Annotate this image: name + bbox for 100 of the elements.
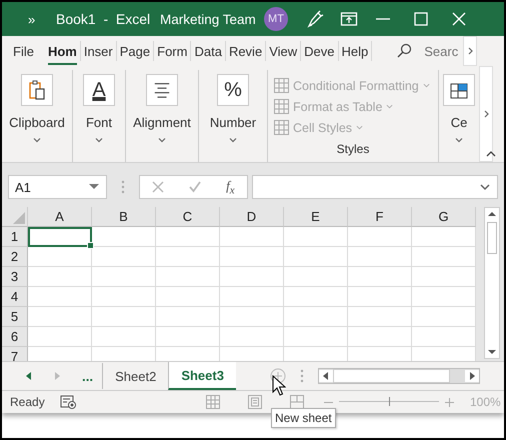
- table-cell[interactable]: [412, 267, 476, 287]
- table-cell[interactable]: [348, 267, 412, 287]
- formula-input[interactable]: [252, 175, 498, 199]
- column-header[interactable]: C: [156, 207, 220, 227]
- column-header[interactable]: F: [348, 207, 412, 227]
- table-cell[interactable]: [28, 327, 92, 347]
- chevron-down-icon[interactable]: [158, 137, 166, 143]
- zoom-slider[interactable]: [339, 397, 439, 407]
- ribbon-tab[interactable]: Form: [154, 41, 192, 61]
- table-cell[interactable]: [348, 287, 412, 307]
- scroll-thumb[interactable]: [332, 369, 450, 383]
- next-sheet-icon[interactable]: [54, 371, 62, 381]
- pen-icon[interactable]: [306, 10, 324, 28]
- normal-view-icon[interactable]: [206, 395, 220, 409]
- table-cell[interactable]: [28, 267, 92, 287]
- table-cell[interactable]: [92, 247, 156, 267]
- row-header[interactable]: 5: [2, 307, 28, 327]
- search-icon[interactable]: [396, 43, 412, 59]
- table-cell[interactable]: [220, 227, 284, 247]
- scroll-thumb[interactable]: [487, 222, 497, 254]
- table-cell[interactable]: [92, 307, 156, 327]
- clipboard-button[interactable]: [21, 74, 53, 106]
- table-cell[interactable]: [156, 267, 220, 287]
- macro-record-icon[interactable]: [60, 395, 76, 409]
- row-header[interactable]: 4: [2, 287, 28, 307]
- select-all-icon[interactable]: [13, 212, 25, 224]
- avatar[interactable]: MT: [264, 7, 288, 31]
- table-cell[interactable]: [92, 227, 156, 247]
- column-header[interactable]: G: [412, 207, 476, 227]
- window-icon[interactable]: [340, 10, 358, 28]
- column-header[interactable]: B: [92, 207, 156, 227]
- close-icon[interactable]: [450, 10, 468, 28]
- table-cell[interactable]: [220, 247, 284, 267]
- table-cell[interactable]: [156, 327, 220, 347]
- vertical-scrollbar[interactable]: [484, 207, 500, 359]
- table-cell[interactable]: [412, 227, 476, 247]
- scroll-right-button[interactable]: [463, 36, 478, 66]
- table-cell[interactable]: [92, 267, 156, 287]
- ribbon-tab[interactable]: Inser: [80, 41, 117, 61]
- add-sheet-icon[interactable]: [270, 368, 286, 384]
- table-cell[interactable]: [220, 327, 284, 347]
- table-cell[interactable]: [220, 287, 284, 307]
- scroll-right-icon[interactable]: [464, 370, 479, 382]
- chevron-down-icon[interactable]: [455, 137, 463, 143]
- cancel-icon[interactable]: [152, 181, 164, 193]
- table-cell[interactable]: [284, 287, 348, 307]
- cells-button[interactable]: [443, 74, 475, 106]
- table-cell[interactable]: [348, 307, 412, 327]
- collapse-ribbon-icon[interactable]: [486, 150, 496, 157]
- table-cell[interactable]: [284, 247, 348, 267]
- table-cell[interactable]: [284, 327, 348, 347]
- column-header[interactable]: E: [284, 207, 348, 227]
- table-cell[interactable]: [156, 287, 220, 307]
- previous-sheet-icon[interactable]: [24, 371, 32, 381]
- zoom-in-icon[interactable]: [445, 398, 454, 406]
- page-break-icon[interactable]: [290, 395, 304, 409]
- horizontal-scrollbar[interactable]: [318, 368, 480, 384]
- ribbon-tab[interactable]: Revie: [226, 41, 266, 61]
- table-cell[interactable]: [284, 227, 348, 247]
- check-icon[interactable]: [189, 181, 202, 193]
- table-cell[interactable]: [28, 307, 92, 327]
- table-cell[interactable]: [28, 287, 92, 307]
- maximize-icon[interactable]: [412, 10, 430, 28]
- chevron-down-icon[interactable]: [33, 137, 41, 143]
- table-cell[interactable]: [220, 267, 284, 287]
- column-header[interactable]: D: [220, 207, 284, 227]
- row-header[interactable]: 1: [2, 227, 28, 247]
- ribbon-tab[interactable]: Deve: [301, 41, 338, 61]
- ribbon-tab[interactable]: Help: [338, 41, 372, 61]
- table-cell[interactable]: [412, 247, 476, 267]
- table-cell[interactable]: [156, 307, 220, 327]
- insert-function-button[interactable]: f$_{x}$: [226, 178, 235, 196]
- table-cell[interactable]: [412, 287, 476, 307]
- ribbon-tab[interactable]: Page: [116, 41, 154, 61]
- ribbon-tab[interactable]: View: [266, 41, 302, 61]
- table-cell[interactable]: [28, 227, 92, 247]
- table-cell[interactable]: [156, 247, 220, 267]
- page-layout-icon[interactable]: [248, 395, 262, 409]
- row-header[interactable]: 2: [2, 247, 28, 267]
- name-box[interactable]: A1: [8, 175, 107, 199]
- chevron-down-icon[interactable]: [95, 137, 103, 143]
- table-cell[interactable]: [92, 287, 156, 307]
- chevron-down-icon[interactable]: [229, 137, 237, 143]
- scroll-left-icon[interactable]: [318, 370, 333, 382]
- row-header[interactable]: 6: [2, 327, 28, 347]
- table-cell[interactable]: [348, 247, 412, 267]
- row-header[interactable]: 7: [2, 347, 28, 361]
- overflow-button[interactable]: »: [28, 12, 48, 26]
- table-cell[interactable]: [92, 327, 156, 347]
- table-cell[interactable]: [348, 227, 412, 247]
- table-cell[interactable]: [348, 327, 412, 347]
- sheet-tab[interactable]: Sheet3: [168, 362, 236, 390]
- table-cell[interactable]: [412, 327, 476, 347]
- table-cell[interactable]: [412, 307, 476, 327]
- table-cell[interactable]: [28, 247, 92, 267]
- search-field[interactable]: Searc: [424, 44, 462, 58]
- ribbon-tab[interactable]: Data: [191, 41, 226, 61]
- column-header[interactable]: A: [28, 207, 92, 227]
- table-cell[interactable]: [284, 307, 348, 327]
- more-sheets-button[interactable]: ...: [82, 368, 94, 384]
